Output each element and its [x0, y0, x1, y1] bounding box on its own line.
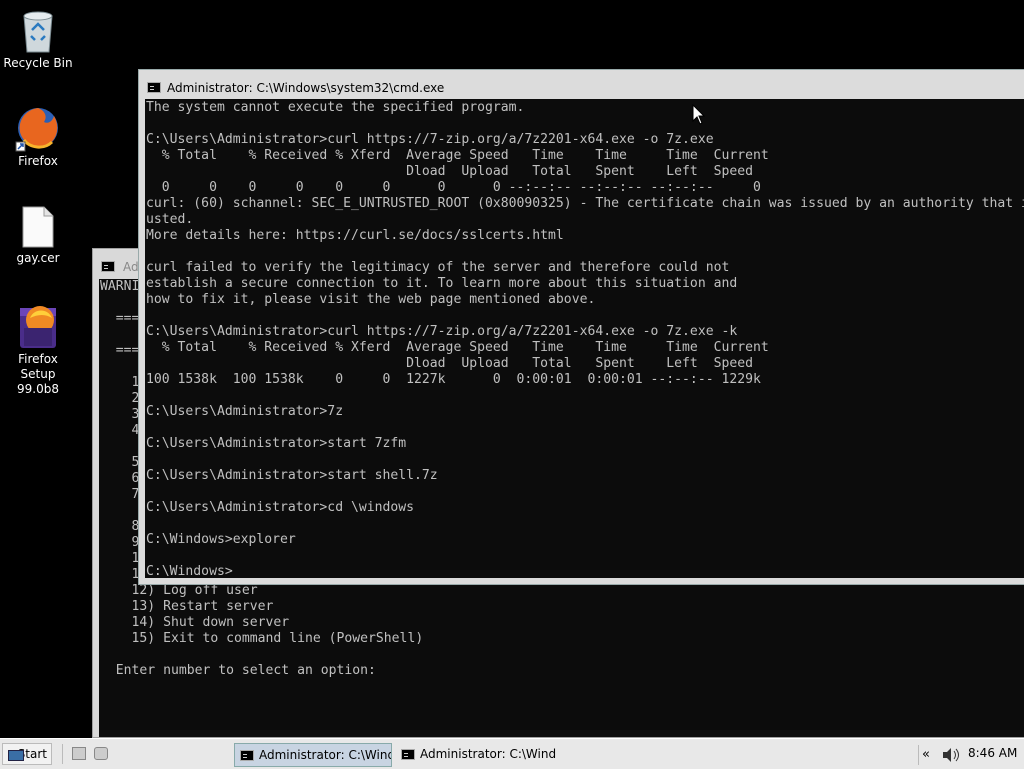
show-hidden-icons-chevron[interactable]: «: [922, 744, 930, 766]
mouse-pointer-icon: [692, 104, 706, 125]
windows-logo-icon: [8, 750, 24, 761]
taskbar: Start Administrator: C:\Wind... Administ…: [0, 738, 1024, 769]
cmd-icon: [147, 82, 161, 93]
desktop-icon-label: Recycle Bin: [3, 56, 73, 70]
desktop-icon-label: Firefox: [18, 154, 58, 168]
file-icon: [22, 206, 54, 248]
recycle-bin-icon: [23, 11, 53, 53]
console-area[interactable]: The system cannot execute the specified …: [145, 99, 1024, 578]
window-title: Administrator: C:\Windows\system32\cmd.e…: [167, 81, 445, 95]
taskbar-item-label: Administrator: C:\Wind...: [259, 748, 392, 762]
installer-icon: [20, 306, 56, 348]
desktop-icon-firefox[interactable]: Firefox: [0, 104, 76, 169]
cmd-titlebar[interactable]: Administrator: C:\Windows\system32\cmd.e…: [139, 70, 1024, 99]
window-title: Ad: [123, 260, 139, 274]
show-desktop-icon[interactable]: [94, 747, 108, 760]
desktop-icon-firefox-setup[interactable]: Firefox Setup 99.0b8: [0, 298, 76, 397]
taskbar-item-cmd-2[interactable]: Administrator: C:\Wind...: [396, 743, 556, 767]
cmd-icon: [401, 749, 415, 760]
tray-separator: [918, 745, 919, 765]
firefox-icon: [15, 108, 58, 152]
taskbar-item-label: Administrator: C:\Wind...: [420, 747, 556, 761]
taskbar-item-cmd-1[interactable]: Administrator: C:\Wind...: [234, 743, 392, 767]
cmd-icon: [240, 750, 254, 761]
speaker-icon[interactable]: [940, 744, 962, 766]
console-text: The system cannot execute the specified …: [146, 100, 1024, 578]
taskbar-separator: [62, 744, 63, 764]
cmd-icon: [101, 261, 115, 272]
cmd-window[interactable]: Administrator: C:\Windows\system32\cmd.e…: [138, 69, 1024, 585]
desktop-icon-gay-cer[interactable]: gay.cer: [0, 205, 76, 266]
clock-time[interactable]: 8:46 AM: [968, 742, 1017, 764]
desktop-icon-recycle-bin[interactable]: Recycle Bin: [0, 8, 76, 71]
desktop-icon-label: gay.cer: [16, 251, 60, 265]
start-button[interactable]: Start: [2, 743, 52, 765]
desktop-icon-label: Firefox Setup 99.0b8: [17, 352, 59, 396]
system-tray: « 8:46 AM: [918, 743, 1022, 767]
server-manager-icon[interactable]: [72, 747, 86, 760]
